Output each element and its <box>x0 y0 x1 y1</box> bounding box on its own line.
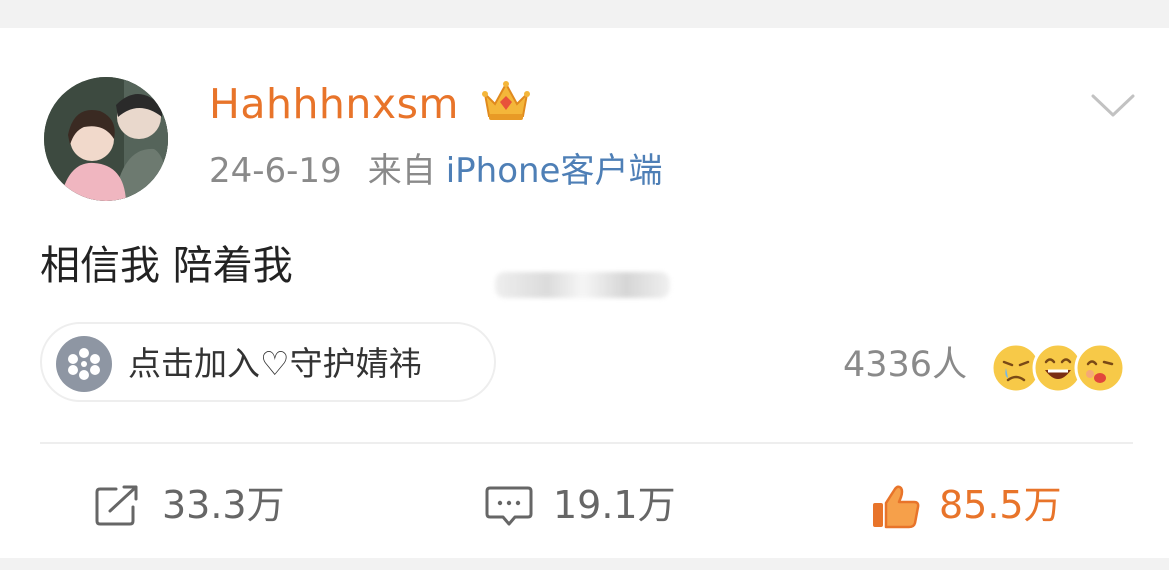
flower-icon <box>68 348 100 380</box>
username-link[interactable]: Hahhhnxsm <box>209 76 459 132</box>
divider <box>40 442 1133 444</box>
blurred-content <box>495 272 670 298</box>
post-body-text: 相信我 陪着我 <box>40 243 293 289</box>
reaction-emojis[interactable] <box>988 338 1130 398</box>
reaction-count[interactable]: 4336人 <box>843 340 967 390</box>
like-count: 85.5万 <box>939 483 1062 527</box>
crown-icon[interactable] <box>481 78 531 124</box>
avatar-photo <box>44 77 168 201</box>
weibo-post-card: Hahhhnxsm 24-6-19 来自 iPhone客户端 相信我 陪着我 点击 <box>0 28 1169 558</box>
group-icon <box>56 336 112 392</box>
post-date: 24-6-19 <box>209 151 342 191</box>
chevron-down-icon[interactable] <box>1090 93 1136 119</box>
post-meta: 24-6-19 来自 iPhone客户端 <box>209 146 662 196</box>
join-group-label: 点击加入♡守护婧祎 <box>128 344 422 383</box>
avatar[interactable] <box>44 77 168 201</box>
source-label: 来自 <box>367 151 436 191</box>
source-client-link[interactable]: iPhone客户端 <box>446 151 663 191</box>
join-group-button[interactable]: 点击加入♡守护婧祎 <box>40 322 496 402</box>
share-icon <box>95 485 138 526</box>
comment-icon <box>485 486 533 526</box>
comment-count: 19.1万 <box>553 483 676 527</box>
share-count: 33.3万 <box>162 483 285 527</box>
kissing-face-icon <box>1074 342 1126 394</box>
thumbs-up-icon <box>873 485 920 529</box>
